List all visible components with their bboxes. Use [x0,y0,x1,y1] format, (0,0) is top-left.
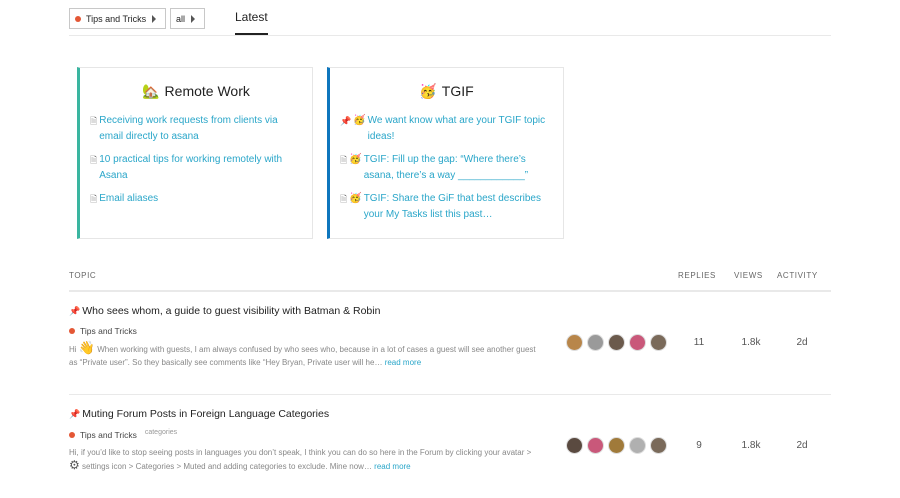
replies-count[interactable]: 9 [679,440,719,451]
category-box-tgif: 🥳 TGIF 📌 🥳 We want know what are your TG… [327,67,564,239]
topic-category-badge[interactable]: Tips and Tricks categories [69,429,177,440]
category-color-dot [69,328,75,334]
topic-category-badge[interactable]: Tips and Tricks [69,326,137,336]
topic-list-header: TOPIC REPLIES VIEWS ACTIVITY [69,270,831,292]
caret-right-icon [152,14,157,23]
document-icon: 🗎 [90,194,98,204]
activity-age[interactable]: 2d [784,337,820,348]
avatar[interactable] [629,437,646,454]
excerpt-text: When working with guests, I am always co… [69,345,536,367]
party-face-icon: 🥳 [349,154,362,165]
header-topic: TOPIC [69,271,97,280]
avatar[interactable] [650,437,667,454]
topic-link-text: Email aliases [99,193,159,204]
topic-link-text: TGIF: Share the GiF that best describes … [363,193,541,220]
avatar[interactable] [608,334,625,351]
header-replies[interactable]: REPLIES [678,271,716,280]
avatar[interactable] [587,334,604,351]
poster-avatars [566,437,671,454]
poster-avatars [566,334,671,351]
top-navigation: Tips and Tricks all Latest [69,8,831,36]
category-box-remote-work: 🏡 Remote Work 🗎 Receiving work requests … [77,67,313,239]
category-label: Tips and Tricks [80,326,137,336]
excerpt-text: settings icon > Categories > Muted and a… [79,462,372,471]
topic-link-text: We want know what are your TGIF topic id… [367,115,546,142]
avatar[interactable] [587,437,604,454]
category-dropdown-label: Tips and Tricks [86,13,147,24]
house-icon: 🏡 [142,82,160,99]
category-color-dot [75,15,81,22]
category-name: TGIF [441,83,474,99]
topic-title-link[interactable]: 📌 Who sees whom, a guide to guest visibi… [69,305,380,317]
avatar[interactable] [608,437,625,454]
table-row: 📌 Who sees whom, a guide to guest visibi… [69,293,831,395]
avatar[interactable] [650,334,667,351]
category-topic-link[interactable]: 🗎 🥳 TGIF: Fill up the gap: “Where there’… [340,152,555,184]
topic-title-link[interactable]: 📌 Muting Forum Posts in Foreign Language… [69,408,329,420]
read-more-link[interactable]: read more [374,462,410,471]
header-activity[interactable]: ACTIVITY [777,271,818,280]
category-color-dot [69,432,75,438]
topic-link-text: TGIF: Fill up the gap: “Where there’s as… [363,154,529,181]
excerpt-text: Hi [69,345,79,354]
category-topic-link[interactable]: 📌 🥳 We want know what are your TGIF topi… [340,113,555,145]
document-icon: 🗎 [90,116,98,126]
party-face-icon: 🥳 [349,193,362,204]
category-title[interactable]: 🥳 TGIF [330,81,563,101]
document-icon: 🗎 [340,194,348,204]
category-title[interactable]: 🏡 Remote Work [80,81,312,101]
category-label: Tips and Tricks [80,430,137,440]
avatar[interactable] [566,437,583,454]
table-row: 📌 Muting Forum Posts in Foreign Language… [69,396,831,498]
excerpt-text: Hi, if you’d like to stop seeing posts i… [69,448,532,457]
caret-right-icon [191,14,196,23]
document-icon: 🗎 [340,155,348,165]
topic-excerpt: Hi 👋 When working with guests, I am alwa… [69,341,539,369]
topic-title-text: Muting Forum Posts in Foreign Language C… [82,408,330,420]
topic-link-text: 10 practical tips for working remotely w… [99,154,283,181]
pin-icon: 📌 [340,116,352,126]
category-dropdown[interactable]: Tips and Tricks [69,8,166,29]
pin-icon: 📌 [69,408,81,419]
category-name: Remote Work [164,83,250,99]
read-more-link[interactable]: read more [385,358,421,367]
tag-dropdown[interactable]: all [170,8,205,29]
activity-age[interactable]: 2d [784,440,820,451]
topic-title-text: Who sees whom, a guide to guest visibili… [82,305,381,317]
party-face-icon: 🥳 [419,82,437,99]
category-topic-link[interactable]: 🗎 🥳 TGIF: Share the GiF that best descri… [340,191,555,223]
tag-dropdown-label: all [176,13,186,24]
party-face-icon: 🥳 [353,115,366,126]
views-count: 1.8k [741,337,761,348]
pin-icon: 📌 [69,305,81,316]
category-topic-link[interactable]: 🗎 Receiving work requests from clients v… [90,113,304,145]
category-topic-link[interactable]: 🗎 Email aliases [90,191,304,207]
header-views[interactable]: VIEWS [734,271,763,280]
topic-link-text: Receiving work requests from clients via… [99,115,278,142]
avatar[interactable] [629,334,646,351]
views-count: 1.8k [741,440,761,451]
tab-latest[interactable]: Latest [235,10,268,35]
avatar[interactable] [566,334,583,351]
document-icon: 🗎 [90,155,98,165]
category-topic-link[interactable]: 🗎 10 practical tips for working remotely… [90,152,304,184]
waving-hand-icon: 👋 [78,340,95,355]
topic-excerpt: Hi, if you’d like to stop seeing posts i… [69,446,539,473]
topic-tag[interactable]: categories [145,429,177,436]
replies-count[interactable]: 11 [679,337,719,348]
gear-icon: ⚙ [69,458,80,472]
